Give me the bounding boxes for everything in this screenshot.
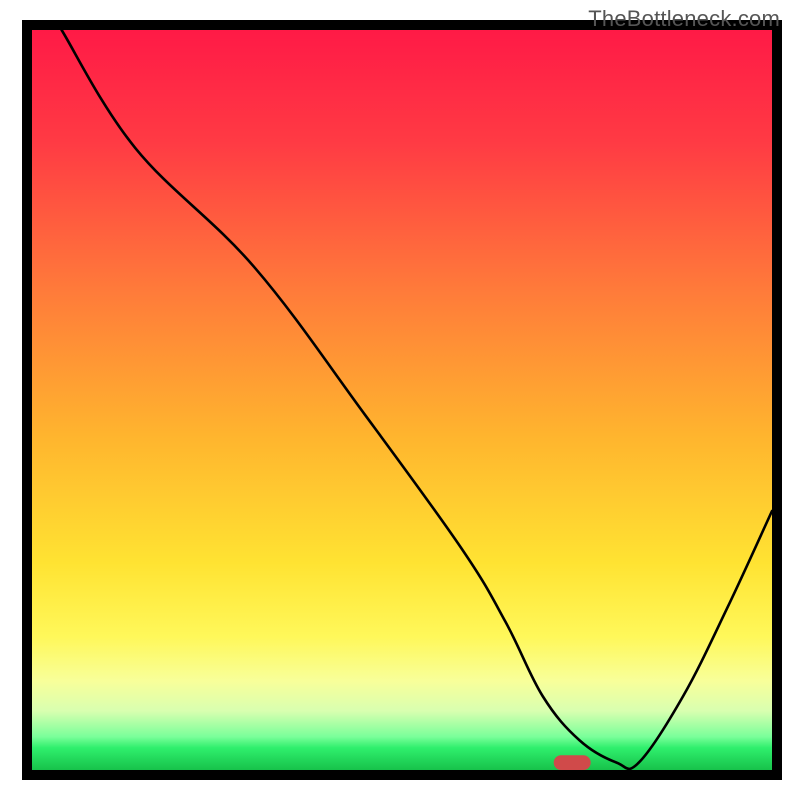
bottleneck-marker bbox=[554, 755, 591, 770]
watermark-text: TheBottleneck.com bbox=[588, 6, 780, 32]
chart-svg bbox=[0, 0, 800, 800]
plot-background bbox=[32, 30, 772, 770]
chart-frame: TheBottleneck.com bbox=[0, 0, 800, 800]
